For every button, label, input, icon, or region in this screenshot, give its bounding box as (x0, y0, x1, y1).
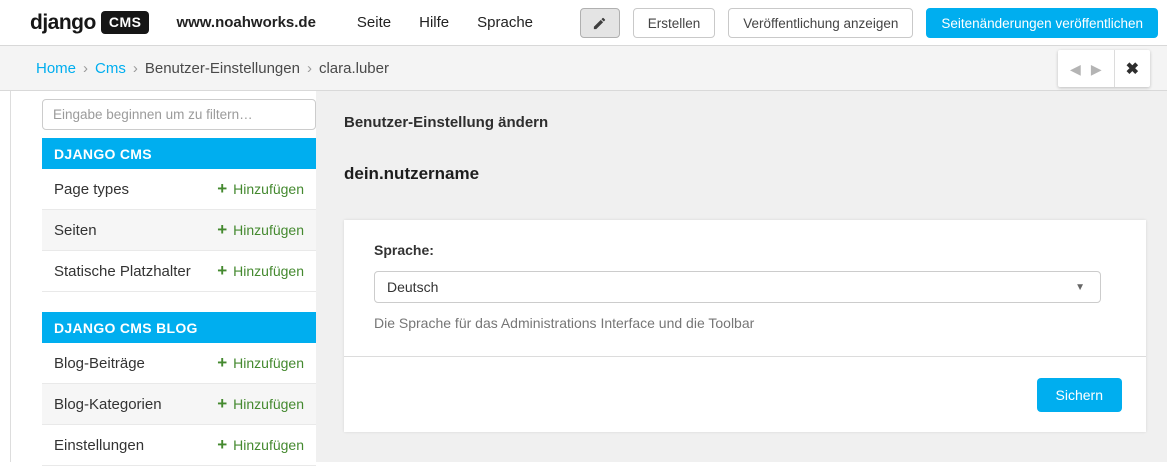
form-footer: Sichern (344, 356, 1146, 432)
plus-icon: + (217, 260, 228, 280)
edit-mode-button[interactable] (579, 8, 620, 38)
admin-sidebar: DJANGO CMS Page types + Hinzufügen Seiten… (42, 99, 316, 466)
section-header: DJANGO CMS BLOG (42, 312, 316, 343)
sidebar-item-blog-beitraege[interactable]: Blog-Beiträge + Hinzufügen (42, 343, 316, 384)
plus-icon: + (217, 393, 228, 413)
main-pane: Benutzer-Einstellung ändern dein.nutzern… (316, 91, 1167, 462)
plus-icon: + (217, 434, 228, 454)
top-toolbar: django CMS www.noahworks.de Seite Hilfe … (0, 0, 1167, 46)
add-statische-platzhalter-link[interactable]: + Hinzufügen (217, 260, 304, 280)
breadcrumb-separator: › (83, 59, 89, 77)
add-einstellungen-link[interactable]: + Hinzufügen (217, 434, 304, 454)
settings-form-card: Sprache: Deutsch ▼ Die Sprache für das A… (344, 220, 1146, 432)
section-header: DJANGO CMS (42, 138, 316, 169)
menu-seite[interactable]: Seite (343, 8, 405, 37)
add-page-types-link[interactable]: + Hinzufügen (217, 178, 304, 198)
sidebar-item-seiten[interactable]: Seiten + Hinzufügen (42, 210, 316, 251)
language-select[interactable]: Deutsch ▼ (374, 271, 1101, 303)
plus-icon: + (217, 219, 228, 239)
view-published-button[interactable]: Veröffentlichung anzeigen (728, 8, 914, 38)
breadcrumb-current-user: clara.luber (318, 59, 389, 77)
create-button[interactable]: Erstellen (632, 8, 716, 38)
save-button[interactable]: Sichern (1036, 378, 1122, 412)
cms-badge: CMS (100, 11, 150, 34)
breadcrumb: Home › Cms › Benutzer-Einstellungen › clara.lu… (36, 60, 389, 77)
close-icon[interactable]: ✖ (1115, 50, 1150, 87)
add-label: Hinzufügen (233, 437, 304, 453)
add-label: Hinzufügen (233, 263, 304, 279)
menu-hilfe[interactable]: Hilfe (405, 8, 463, 37)
sidebar-item-label: Page types (54, 180, 130, 198)
breadcrumb-separator: › (132, 59, 138, 77)
breadcrumb-cms[interactable]: Cms (95, 60, 126, 77)
breadcrumb-bar: Home › Cms › Benutzer-Einstellungen › clara.lu… (0, 46, 1167, 91)
frame-left-rule (10, 91, 11, 462)
language-label: Sprache: (374, 242, 434, 258)
sidebar-item-blog-kategorien[interactable]: Blog-Kategorien + Hinzufügen (42, 384, 316, 425)
language-select-value: Deutsch (387, 279, 439, 295)
sidebar-item-label: Statische Platzhalter (54, 262, 191, 280)
modal-pager: ◀ ▶ ✖ (1058, 50, 1150, 87)
sidebar-item-page-types[interactable]: Page types + Hinzufügen (42, 169, 316, 210)
form-body: Sprache: Deutsch ▼ Die Sprache für das A… (344, 220, 1146, 356)
add-label: Hinzufügen (233, 222, 304, 238)
chevron-down-icon: ▼ (1075, 282, 1085, 293)
prev-arrow-icon[interactable]: ◀ (1070, 62, 1081, 76)
site-name-menu[interactable]: www.noahworks.de (176, 14, 315, 31)
sidebar-item-label: Blog-Kategorien (54, 395, 162, 413)
page-title: Benutzer-Einstellung ändern (344, 114, 549, 131)
menu-sprache[interactable]: Sprache (463, 8, 547, 37)
sidebar-section-django-cms-blog: DJANGO CMS BLOG Blog-Beiträge + Hinzufüge… (42, 312, 316, 466)
django-cms-logo[interactable]: django CMS (30, 10, 150, 35)
plus-icon: + (217, 178, 228, 198)
add-label: Hinzufügen (233, 396, 304, 412)
breadcrumb-home[interactable]: Home (36, 60, 76, 77)
username-heading: dein.nutzername (344, 164, 480, 183)
add-label: Hinzufügen (233, 181, 304, 197)
add-blog-beitraege-link[interactable]: + Hinzufügen (217, 352, 304, 372)
add-seiten-link[interactable]: + Hinzufügen (217, 219, 304, 239)
sidebar-section-django-cms: DJANGO CMS Page types + Hinzufügen Seiten… (42, 138, 316, 292)
filter-input[interactable] (42, 99, 316, 130)
sidebar-item-einstellungen[interactable]: Einstellungen + Hinzufügen (42, 425, 316, 466)
toolbar-actions: Erstellen Veröffentlichung anzeigen Seit… (579, 8, 1158, 38)
language-help-text: Die Sprache für das Administrations Inte… (374, 315, 755, 331)
pencil-icon (594, 17, 606, 29)
content-area: DJANGO CMS Page types + Hinzufügen Seiten… (0, 91, 1167, 466)
add-blog-kategorien-link[interactable]: + Hinzufügen (217, 393, 304, 413)
logo-text: django (30, 10, 96, 34)
screen: django CMS www.noahworks.de Seite Hilfe … (0, 0, 1167, 466)
breadcrumb-benutzer-einstellungen: Benutzer-Einstellungen (144, 59, 300, 77)
breadcrumb-separator: › (306, 59, 312, 77)
sidebar-item-label: Einstellungen (54, 436, 145, 454)
plus-icon: + (217, 352, 228, 372)
sidebar-item-statische-platzhalter[interactable]: Statische Platzhalter + Hinzufügen (42, 251, 316, 292)
publish-changes-button[interactable]: Seitenänderungen veröffentlichen (926, 8, 1158, 38)
pager-arrows: ◀ ▶ (1058, 50, 1114, 87)
next-arrow-icon[interactable]: ▶ (1091, 62, 1102, 76)
sidebar-item-label: Seiten (54, 221, 97, 239)
sidebar-item-label: Blog-Beiträge (54, 354, 145, 372)
toolbar-menu: Seite Hilfe Sprache (343, 8, 547, 37)
add-label: Hinzufügen (233, 355, 304, 371)
